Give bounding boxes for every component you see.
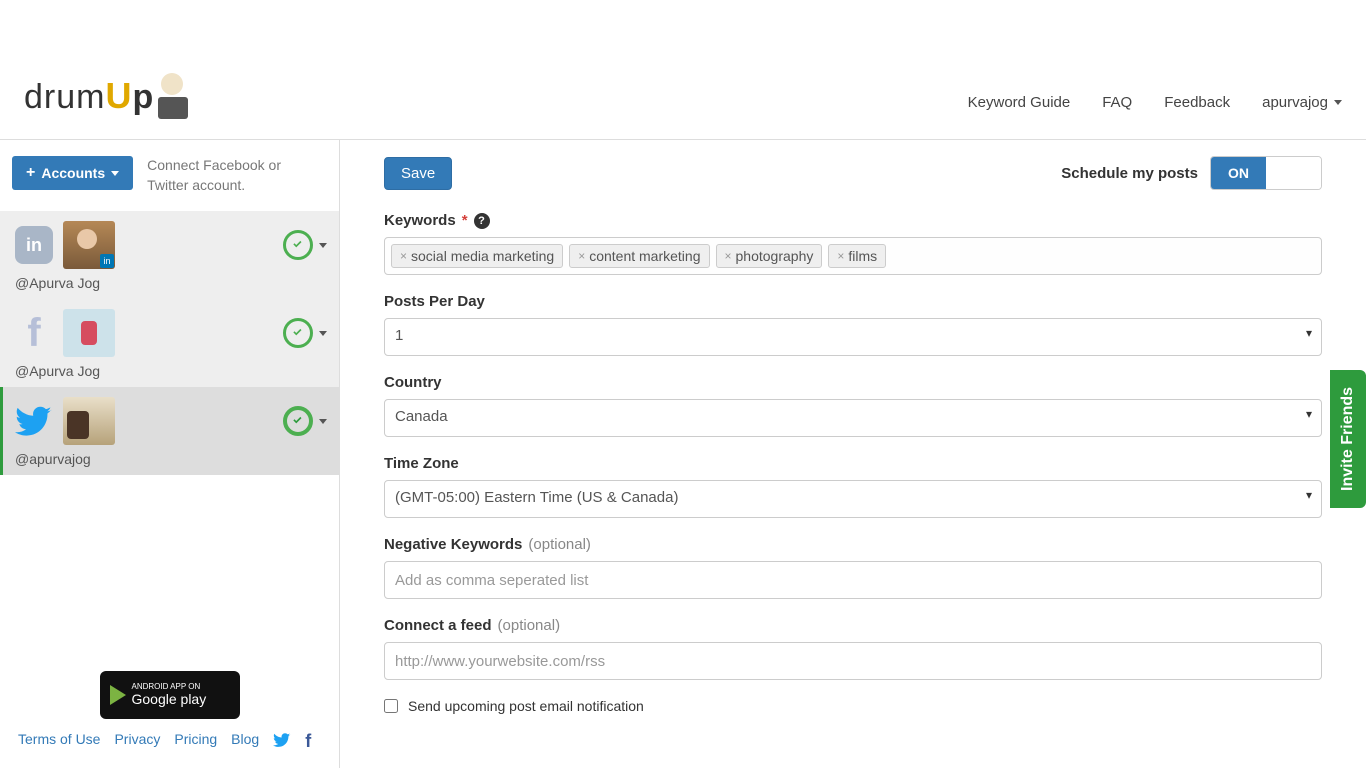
sidebar-footer: ANDROID APP ON Google play Terms of Use … (0, 659, 339, 768)
save-button[interactable]: Save (384, 157, 452, 190)
caret-down-icon (319, 243, 327, 248)
optional-label: (optional) (528, 536, 591, 553)
account-handle: @Apurva Jog (15, 275, 327, 291)
country-label: Country (384, 374, 442, 391)
link-pricing[interactable]: Pricing (174, 731, 217, 752)
top-nav: Keyword Guide FAQ Feedback apurvajog (968, 94, 1342, 119)
keywords-label: Keywords (384, 212, 456, 229)
logo-text: drumUp (24, 75, 154, 117)
schedule-toggle-wrap: Schedule my posts ON (1061, 156, 1322, 190)
account-item-facebook[interactable]: @Apurva Jog (0, 299, 339, 387)
account-item-twitter[interactable]: @apurvajog (0, 387, 339, 475)
caret-down-icon (111, 171, 119, 176)
connect-hint: Connect Facebook or Twitter account. (147, 156, 307, 195)
mascot-icon (158, 73, 194, 119)
caret-down-icon (319, 331, 327, 336)
notify-row: Send upcoming post email notification (384, 698, 1322, 714)
posts-per-day-select[interactable]: 1 (384, 318, 1322, 356)
remove-tag-icon[interactable]: × (578, 249, 585, 263)
avatar: in (63, 221, 115, 269)
negative-keywords-label: Negative Keywords (384, 536, 522, 553)
required-asterisk: * (462, 212, 468, 229)
link-terms[interactable]: Terms of Use (18, 731, 100, 752)
top-bar: drumUp Keyword Guide FAQ Feedback apurva… (0, 0, 1366, 140)
help-icon[interactable]: ? (474, 213, 490, 229)
nav-user-label: apurvajog (1262, 94, 1328, 111)
field-country: Country Canada (384, 374, 1322, 437)
nav-user-menu[interactable]: apurvajog (1262, 94, 1342, 111)
main-panel: Save Schedule my posts ON Keywords * ? ×… (340, 140, 1366, 768)
timezone-select[interactable]: (GMT-05:00) Eastern Time (US & Canada) (384, 480, 1322, 518)
field-posts-per-day: Posts Per Day 1 (384, 293, 1322, 356)
toggle-on-label: ON (1211, 157, 1266, 189)
account-item-linkedin[interactable]: in @Apurva Jog (0, 211, 339, 299)
account-status-menu[interactable] (283, 230, 327, 260)
invite-friends-tab[interactable]: Invite Friends (1330, 370, 1366, 508)
account-handle: @Apurva Jog (15, 363, 327, 379)
main-top-row: Save Schedule my posts ON (384, 156, 1322, 190)
field-keywords: Keywords * ? ×social media marketing ×co… (384, 212, 1322, 275)
keyword-tag[interactable]: ×photography (716, 244, 823, 268)
toggle-off-side (1266, 157, 1321, 189)
footer-facebook-icon[interactable]: f (305, 731, 311, 752)
remove-tag-icon[interactable]: × (837, 249, 844, 263)
add-accounts-button[interactable]: + Accounts (12, 156, 133, 190)
footer-twitter-icon[interactable] (273, 731, 291, 752)
nav-keyword-guide[interactable]: Keyword Guide (968, 94, 1071, 111)
facebook-icon (15, 314, 53, 352)
add-accounts-label: Accounts (41, 165, 105, 181)
sidebar: + Accounts Connect Facebook or Twitter a… (0, 140, 340, 768)
field-timezone: Time Zone (GMT-05:00) Eastern Time (US &… (384, 455, 1322, 518)
negative-keywords-input[interactable] (384, 561, 1322, 599)
account-handle: @apurvajog (15, 451, 327, 467)
play-icon (110, 685, 126, 705)
link-blog[interactable]: Blog (231, 731, 259, 752)
linkedin-icon (15, 226, 53, 264)
keyword-tag[interactable]: ×content marketing (569, 244, 709, 268)
plus-icon: + (26, 164, 35, 182)
link-privacy[interactable]: Privacy (114, 731, 160, 752)
check-circle-icon (283, 318, 313, 348)
schedule-label: Schedule my posts (1061, 165, 1198, 182)
notify-checkbox[interactable] (384, 699, 398, 713)
google-play-badge[interactable]: ANDROID APP ON Google play (100, 671, 240, 719)
country-select[interactable]: Canada (384, 399, 1322, 437)
nav-faq[interactable]: FAQ (1102, 94, 1132, 111)
google-play-text: ANDROID APP ON Google play (132, 683, 207, 707)
remove-tag-icon[interactable]: × (725, 249, 732, 263)
schedule-toggle[interactable]: ON (1210, 156, 1322, 190)
twitter-icon (15, 402, 53, 440)
account-status-menu[interactable] (283, 406, 327, 436)
feed-input[interactable] (384, 642, 1322, 680)
sidebar-top: + Accounts Connect Facebook or Twitter a… (0, 140, 339, 211)
optional-label: (optional) (498, 617, 561, 634)
timezone-label: Time Zone (384, 455, 459, 472)
account-status-menu[interactable] (283, 318, 327, 348)
field-negative-keywords: Negative Keywords (optional) (384, 536, 1322, 599)
keyword-tag[interactable]: ×social media marketing (391, 244, 563, 268)
avatar (63, 309, 115, 357)
field-feed: Connect a feed (optional) (384, 617, 1322, 680)
logo[interactable]: drumUp (24, 73, 194, 119)
caret-down-icon (319, 419, 327, 424)
nav-feedback[interactable]: Feedback (1164, 94, 1230, 111)
feed-label: Connect a feed (384, 617, 492, 634)
check-circle-icon (283, 406, 313, 436)
remove-tag-icon[interactable]: × (400, 249, 407, 263)
avatar (63, 397, 115, 445)
keywords-input[interactable]: ×social media marketing ×content marketi… (384, 237, 1322, 275)
check-circle-icon (283, 230, 313, 260)
caret-down-icon (1334, 100, 1342, 105)
footer-links: Terms of Use Privacy Pricing Blog f (16, 731, 323, 752)
keyword-tag[interactable]: ×films (828, 244, 886, 268)
posts-per-day-label: Posts Per Day (384, 293, 485, 310)
notify-label: Send upcoming post email notification (408, 698, 644, 714)
